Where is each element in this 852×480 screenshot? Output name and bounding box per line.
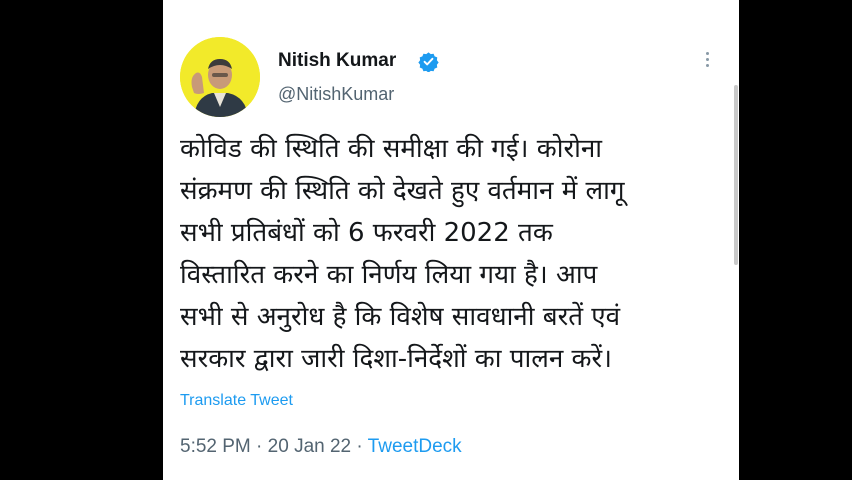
tweet-time[interactable]: 5:52 PM [180, 436, 251, 457]
author-handle[interactable]: @NitishKumar [278, 84, 394, 105]
author-display-name[interactable]: Nitish Kumar [278, 50, 396, 72]
verified-badge-icon [418, 52, 439, 72]
tweet-card: Nitish Kumar @NitishKumar कोविड की स्थित… [163, 0, 739, 480]
more-options-icon[interactable] [700, 50, 714, 72]
translate-tweet-link[interactable]: Translate Tweet [180, 392, 293, 410]
tweet-text-line: सरकार द्वारा जारी दिशा-निर्देशों का पालन… [180, 344, 613, 374]
video-frame: Nitish Kumar @NitishKumar कोविड की स्थित… [0, 0, 852, 480]
scrollbar-thumb[interactable] [734, 85, 738, 265]
tweet-text: कोविड की स्थिति की समीक्षा की गई। कोरोना… [180, 128, 725, 380]
tweet-text-line: सभी से अनुरोध है कि विशेष सावधानी बरतें … [180, 302, 621, 332]
meta-separator: · [256, 436, 263, 457]
tweet-text-line: संक्रमण की स्थिति को देखते हुए वर्तमान म… [180, 176, 625, 206]
tweet-text-line: कोविड की स्थिति की समीक्षा की गई। कोरोना [180, 134, 602, 164]
tweet-source-link[interactable]: TweetDeck [368, 436, 462, 457]
tweet-metadata: 5:52 PM · 20 Jan 22 · TweetDeck [180, 436, 462, 458]
avatar[interactable] [180, 37, 260, 117]
meta-separator: · [356, 436, 363, 457]
tweet-text-line: सभी प्रतिबंधों को 6 फरवरी 2022 तक [180, 218, 553, 248]
tweet-text-line: विस्तारित करने का निर्णय लिया गया है। आप [180, 260, 598, 290]
tweet-date[interactable]: 20 Jan 22 [268, 436, 351, 457]
avatar-portrait-icon [180, 37, 260, 117]
